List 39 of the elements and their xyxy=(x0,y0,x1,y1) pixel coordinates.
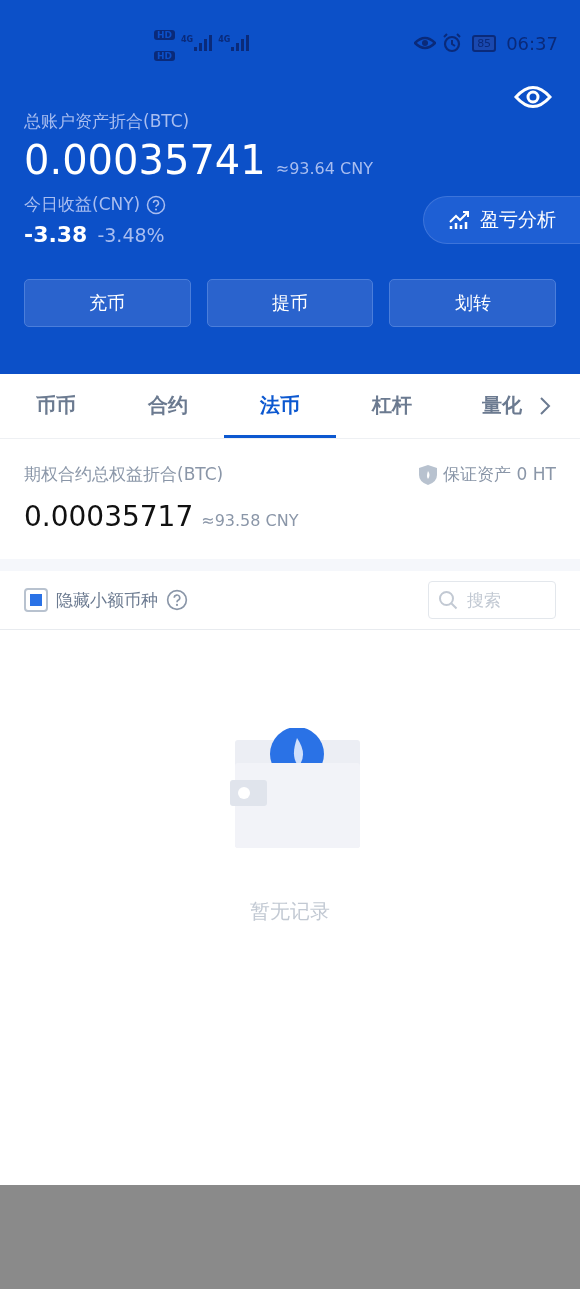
today-earnings-label: 今日收益(CNY) xyxy=(24,193,141,216)
chart-icon xyxy=(448,210,470,230)
options-equity-value: 0.00035717 xyxy=(24,500,194,533)
eye-icon xyxy=(414,35,437,51)
tab[interactable]: 杠杆 xyxy=(336,374,448,438)
total-assets-label: 总账户资产折合(BTC) xyxy=(24,110,191,133)
shield-icon xyxy=(418,463,439,486)
clock-time: 06:37 xyxy=(506,32,558,54)
network-type: 4G xyxy=(181,35,194,44)
tab[interactable]: 币币 xyxy=(0,374,112,438)
tab[interactable]: 合约 xyxy=(112,374,224,438)
total-assets-value: 0.00035741 xyxy=(24,137,266,183)
today-earnings-percent: -3.48% xyxy=(97,224,165,246)
checkbox[interactable] xyxy=(24,588,48,612)
action-button[interactable]: 提币 xyxy=(206,279,374,327)
hide-small-label: 隐藏小额币种 xyxy=(56,588,158,612)
cny-equivalent: ≈93.58 CNY xyxy=(201,511,299,530)
search-icon xyxy=(438,590,458,610)
sim-badge: HD xyxy=(154,51,175,61)
alarm-icon xyxy=(442,33,463,53)
options-equity-label: 期权合约总权益折合(BTC) xyxy=(24,463,224,486)
network-type: 4G xyxy=(218,35,231,44)
guarantee-assets: 保证资产 0 HT xyxy=(443,463,556,486)
chevron-right-icon[interactable] xyxy=(538,395,552,417)
tab[interactable]: 量化 xyxy=(448,374,528,438)
tab[interactable]: 法币 xyxy=(224,374,336,438)
signal-icon xyxy=(231,35,250,51)
action-button[interactable]: 划转 xyxy=(389,279,556,327)
signal-icon xyxy=(194,35,213,51)
empty-message: 暂无记录 xyxy=(250,898,330,925)
search-field[interactable]: 搜索 xyxy=(428,581,556,619)
help-icon[interactable] xyxy=(166,589,188,611)
visibility-icon[interactable] xyxy=(514,84,552,110)
cny-equivalent: ≈93.64 CNY xyxy=(275,159,373,178)
action-button[interactable]: 充币 xyxy=(24,279,191,327)
sim-badge: HD xyxy=(154,30,175,40)
help-icon[interactable] xyxy=(146,194,167,215)
pnl-analysis-button[interactable]: 盈亏分析 xyxy=(423,196,580,244)
today-earnings-value: -3.38 xyxy=(24,222,88,247)
